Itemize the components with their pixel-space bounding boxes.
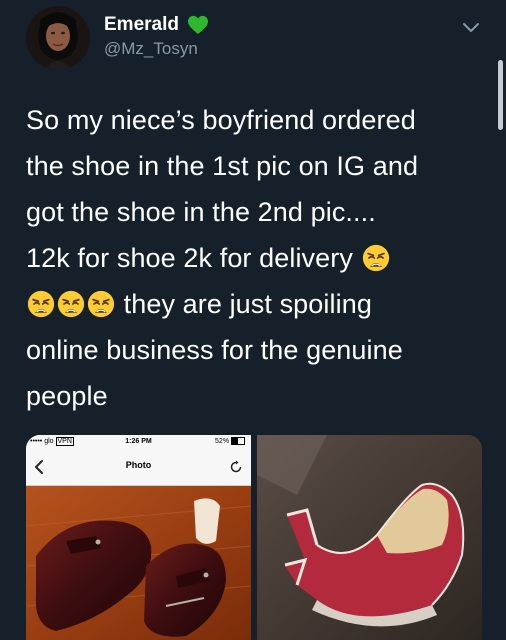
- tweet-line: online business for the genuine: [26, 335, 403, 365]
- phone-nav-title: Photo: [125, 460, 152, 470]
- display-name[interactable]: Emerald: [104, 14, 179, 36]
- tweet-header: Emerald @Mz_Tosyn: [26, 6, 496, 76]
- tweet-card: Emerald @Mz_Tosyn So my niece’s boyfrien…: [0, 0, 506, 640]
- weary-face-icon: [87, 290, 115, 318]
- green-heart-icon: [188, 15, 209, 35]
- weary-face-icon: [57, 290, 85, 318]
- received-shoe-photo: [257, 435, 482, 640]
- media-image-second[interactable]: [257, 435, 482, 640]
- tweet-line: got the shoe in the 2nd pic....: [26, 197, 376, 227]
- weary-face-icon: [362, 244, 389, 272]
- battery-icon: [231, 437, 245, 446]
- avatar[interactable]: [26, 6, 90, 70]
- phone-nav-bar: Photo: [26, 449, 251, 486]
- weary-face-icon: [27, 290, 55, 318]
- tweet-line: 12k for shoe 2k for delivery: [26, 243, 353, 273]
- tweet-line: people: [26, 381, 108, 411]
- tweet-line-with-emoji: they are just spoiling: [26, 281, 486, 327]
- user-names: Emerald @Mz_Tosyn: [104, 14, 209, 60]
- scrollbar[interactable]: [498, 60, 503, 130]
- tweet-line: they are just spoiling: [123, 289, 372, 319]
- battery-label: 52%: [215, 438, 230, 445]
- ordered-shoe-photo: [26, 486, 251, 640]
- refresh-icon: [230, 460, 242, 473]
- chevron-down-icon[interactable]: [460, 16, 482, 38]
- tweet-media: ••••• glo VPN 1:26 PM 52% Photo: [26, 435, 482, 640]
- phone-status-bar: ••••• glo VPN 1:26 PM 52%: [26, 435, 251, 449]
- media-image-first[interactable]: ••••• glo VPN 1:26 PM 52% Photo: [26, 435, 251, 640]
- battery-indicator: 52%: [215, 435, 245, 449]
- tweet-text: So my niece’s boyfriend ordered the shoe…: [26, 97, 486, 419]
- tweet-line: So my niece’s boyfriend ordered: [26, 105, 416, 135]
- user-handle[interactable]: @Mz_Tosyn: [104, 38, 209, 60]
- avatar-image: [26, 6, 90, 70]
- tweet-line: the shoe in the 1st pic on IG and: [26, 151, 419, 181]
- tweet-line-with-emoji: 12k for shoe 2k for delivery: [26, 235, 486, 281]
